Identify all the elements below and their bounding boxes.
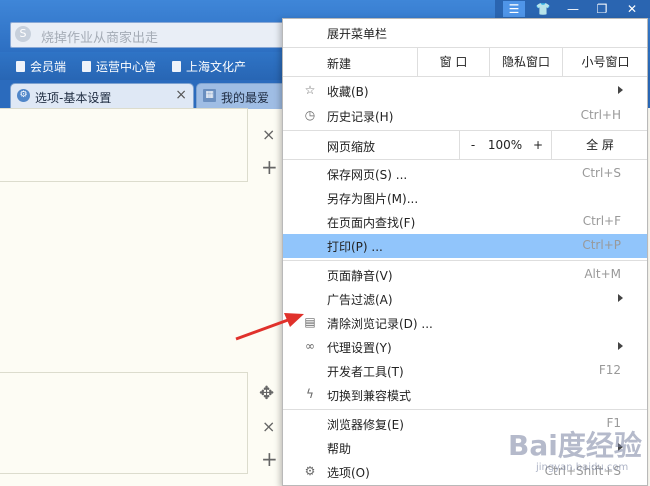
watermark-logo: Bai度经验	[508, 429, 642, 462]
watermark-url: jingyan.baidu.com	[536, 462, 629, 473]
annotation-arrow-icon	[235, 313, 304, 341]
